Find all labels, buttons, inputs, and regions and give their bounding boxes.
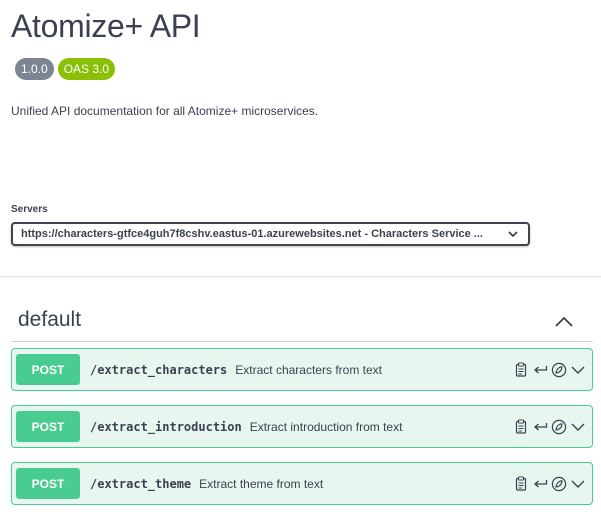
version-badge: 1.0.0 [15,58,54,80]
operation-summary: Extract introduction from text [249,419,403,434]
operation-summary: Extract theme from text [199,476,324,491]
operation-path: /extract_theme [90,476,192,491]
operation-row[interactable]: POST /extract_introduction Extract intro… [11,405,593,448]
method-badge: POST [16,468,80,499]
operation-row[interactable]: POST /extract_theme Extract theme from t… [11,462,593,505]
chevron-down-icon [506,227,520,241]
return-arrow-icon [532,362,548,378]
return-arrow-icon [532,476,548,492]
section-header-default[interactable]: default [11,302,593,342]
operation-actions [513,476,586,492]
method-badge: POST [16,354,80,385]
clipboard-icon[interactable] [513,419,529,435]
servers-label: Servers [11,204,48,215]
operation-path: /extract_characters [90,362,228,377]
chevron-up-icon[interactable] [553,311,575,333]
operation-row[interactable]: POST /extract_characters Extract charact… [11,348,593,391]
lock-icon[interactable] [551,362,567,378]
clipboard-icon[interactable] [513,362,529,378]
chevron-down-icon[interactable] [570,476,586,492]
operation-path: /extract_introduction [90,419,242,434]
chevron-down-icon[interactable] [570,419,586,435]
return-arrow-icon [532,419,548,435]
section-divider [0,276,601,277]
lock-icon[interactable] [551,419,567,435]
lock-icon[interactable] [551,476,567,492]
server-select[interactable]: https://characters-gtfce4guh7f8cshv.east… [11,222,530,246]
method-badge: POST [16,411,80,442]
operation-actions [513,362,586,378]
chevron-down-icon[interactable] [570,362,586,378]
section-title: default [18,307,82,331]
operation-summary: Extract characters from text [235,362,382,377]
operation-actions [513,419,586,435]
api-title: Atomize+ API [11,8,201,44]
version-badges: 1.0.0 OAS 3.0 [15,58,116,80]
clipboard-icon[interactable] [513,476,529,492]
oas-badge: OAS 3.0 [57,58,116,80]
server-select-value: https://characters-gtfce4guh7f8cshv.east… [21,228,483,240]
api-description: Unified API documentation for all Atomiz… [11,104,319,118]
